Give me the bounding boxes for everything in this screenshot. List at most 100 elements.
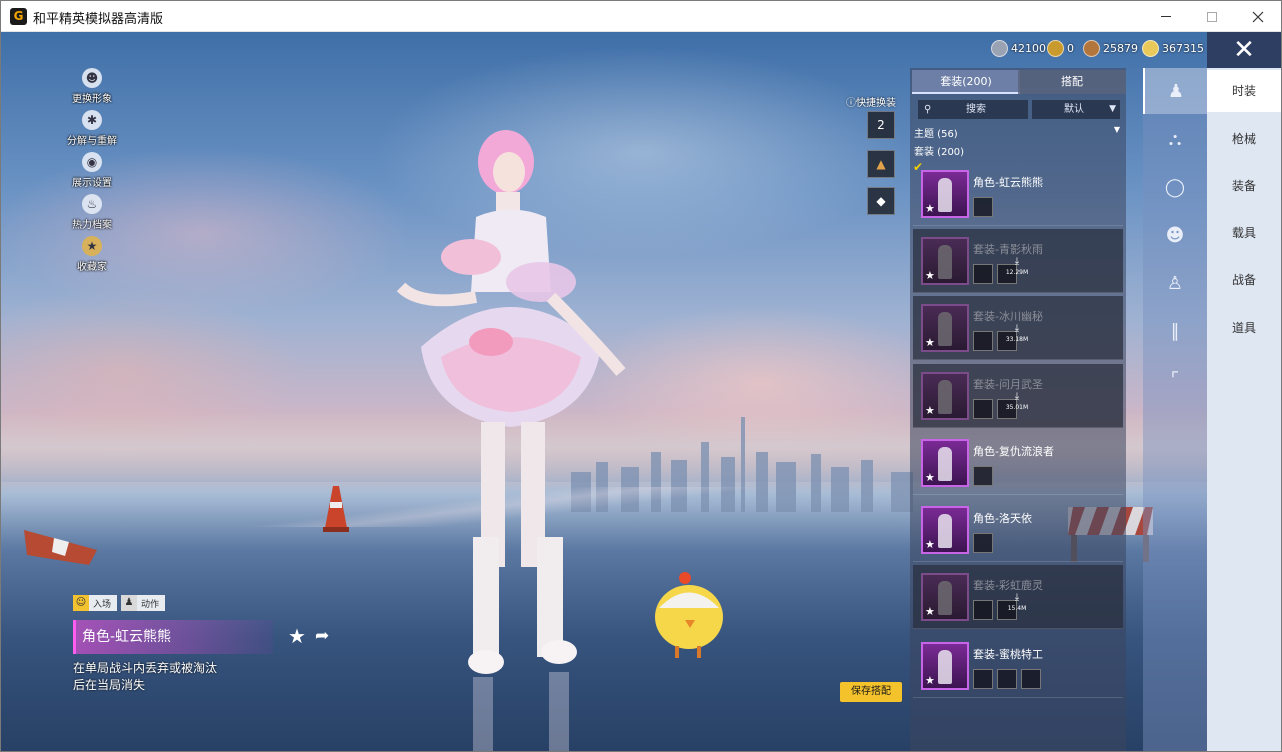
currency-value: 367315 — [1162, 42, 1204, 55]
item-divider — [913, 697, 1123, 698]
diamond-icon: ◆ — [876, 194, 886, 208]
outfit-list-item[interactable]: ★ 套装-冰川幽秘 ⤓ 33.18M — [913, 296, 1123, 360]
outfit-list-item[interactable]: ★ 角色-洛天依 — [913, 498, 1123, 562]
chevron-down-icon: ▼ — [1109, 104, 1116, 114]
outfit-name: 角色-洛天依 — [973, 512, 1032, 525]
category-panel: ♟ ⛬ ◯ ☻ ♙ ∥ ⌜ — [1143, 68, 1207, 751]
outfit-list-item[interactable]: ★ 套装-问月武圣 ⤓ 35.01M — [913, 364, 1123, 428]
game-viewport: ☻ 更换形象 ✱ 分解与重解 ◉ 展示设置 ♨ 热力档案 ★ 收藏家 42100… — [1, 32, 1281, 751]
close-icon[interactable]: ✕ — [1207, 32, 1281, 68]
outfit-part-thumbnail — [973, 466, 993, 486]
collector-button[interactable]: ★ 收藏家 — [59, 236, 125, 284]
item-divider — [913, 628, 1123, 629]
heat-archive-button[interactable]: ♨ 热力档案 — [59, 194, 125, 242]
selected-outfit-name: 角色-虹云熊熊 — [73, 620, 273, 654]
outfit-part-thumbnail — [973, 399, 993, 419]
star-icon: ★ — [925, 471, 935, 484]
maximize-button[interactable] — [1189, 1, 1235, 32]
side-item-label: 热力档案 — [72, 220, 112, 231]
quick-slot-1[interactable]: 2 — [867, 111, 895, 139]
side-item-label: 收藏家 — [77, 262, 107, 273]
favorite-star-icon[interactable]: ★ — [288, 624, 306, 648]
side-item-label: 分解与重解 — [67, 136, 117, 147]
maximize-icon — [1207, 11, 1217, 22]
outfit-thumbnail: ★ — [921, 237, 969, 285]
category-pants[interactable]: ∥ — [1143, 308, 1207, 354]
download-icon[interactable]: ⤓ 12.29M — [1005, 257, 1029, 278]
entry-tag[interactable]: ☺ 入场 — [73, 595, 118, 611]
change-appearance-button[interactable]: ☻ 更换形象 — [59, 68, 125, 116]
outfit-list-item[interactable]: ★ 套装-青影秋雨 ⤓ 12.29M — [913, 229, 1123, 293]
display-settings-button[interactable]: ◉ 展示设置 — [59, 152, 125, 200]
tab-outfits[interactable]: 套装(200) — [912, 70, 1020, 94]
nav-gear[interactable]: 战备 — [1207, 259, 1281, 301]
quick-slot-3[interactable]: ◆ — [867, 187, 895, 215]
star-icon: ★ — [925, 404, 935, 417]
yellow-coupon-icon — [1047, 40, 1064, 57]
category-hat[interactable]: ⛬ — [1143, 116, 1207, 162]
download-icon[interactable]: ⤓ 33.18M — [1005, 324, 1029, 345]
outfit-thumbnail: ★ — [921, 642, 969, 690]
hat-icon: ⛬ — [1168, 128, 1182, 150]
star-icon: ★ — [925, 202, 935, 215]
outfit-part-thumbnail — [973, 197, 993, 217]
quick-change-label[interactable]: ⓘ快捷换装 — [846, 94, 896, 109]
item-divider — [913, 427, 1123, 428]
download-size: 12.29M — [1005, 269, 1029, 276]
quick-slot-2[interactable]: ▲ — [867, 150, 895, 178]
minimize-button[interactable] — [1143, 1, 1189, 32]
sort-dropdown[interactable]: 默认 ▼ — [1032, 100, 1120, 119]
outfit-list-item[interactable]: ★ 角色-复仇流浪者 — [913, 431, 1123, 495]
pet-chick — [655, 572, 723, 658]
nav-fashion[interactable]: 时装 — [1207, 70, 1281, 112]
nav-equipment[interactable]: 装备 — [1207, 165, 1281, 207]
item-divider — [913, 225, 1123, 226]
badge-icon: ★ — [82, 236, 102, 256]
save-outfit-button[interactable]: 保存搭配 — [840, 682, 902, 702]
outfit-name: 套装-青影秋雨 — [973, 243, 1043, 256]
category-mask[interactable]: ☻ — [1143, 212, 1207, 258]
action-tag[interactable]: ♟ 动作 — [121, 595, 166, 611]
outfit-list-item[interactable]: ★ 套装-蜜桃特工 — [913, 634, 1123, 698]
nav-vehicles[interactable]: 载具 — [1207, 212, 1281, 254]
close-window-button[interactable] — [1235, 1, 1281, 32]
outfit-figure — [938, 650, 952, 684]
silver-coin-icon — [991, 40, 1008, 57]
outfit-count: 套装 (200) — [914, 147, 965, 158]
download-icon[interactable]: ⤓ 15.4M — [1005, 593, 1029, 614]
category-shoes[interactable]: ⌜ — [1143, 356, 1207, 402]
decompose-button[interactable]: ✱ 分解与重解 — [59, 110, 125, 158]
title-bar: G 和平精英模拟器高清版 — [1, 1, 1281, 32]
outfit-figure — [938, 312, 952, 346]
currency-value: 25879 — [1103, 42, 1138, 55]
close-icon — [1252, 11, 1264, 22]
download-icon[interactable]: ⤓ 35.01M — [1005, 392, 1029, 413]
avatar-icon: ☻ — [82, 68, 102, 88]
bronze-coin-icon — [1083, 40, 1100, 57]
outfit-figure — [938, 447, 952, 481]
right-nav: ✕ 时装 枪械 装备 载具 战备 道具 — [1207, 32, 1281, 751]
side-item-label: 展示设置 — [72, 178, 112, 189]
helmet-icon: ▲ — [876, 157, 886, 171]
left-side-menu: ☻ 更换形象 ✱ 分解与重解 ◉ 展示设置 ♨ 热力档案 ★ 收藏家 — [59, 68, 125, 278]
category-body[interactable]: ♙ — [1143, 260, 1207, 306]
outfit-part-thumbnail — [973, 533, 993, 553]
star-icon: ★ — [925, 269, 935, 282]
outfit-list-item[interactable]: ★ 套装-彩虹鹿灵 ⤓ 15.4M — [913, 565, 1123, 629]
nav-items[interactable]: 道具 — [1207, 307, 1281, 349]
category-goggles[interactable]: ◯ — [1143, 164, 1207, 210]
shoes-icon: ⌜ — [1170, 368, 1180, 390]
search-input[interactable]: ⚲ 搜索 — [918, 100, 1028, 119]
outfit-name: 角色-虹云熊熊 — [973, 176, 1043, 189]
outfit-figure — [938, 178, 952, 212]
tab-combos[interactable]: 搭配 — [1018, 70, 1126, 94]
currency-silver: 42100 — [991, 40, 1046, 57]
currency-value: 0 — [1067, 42, 1074, 55]
outfit-part-thumbnail — [973, 331, 993, 351]
outfit-list-item[interactable]: ✔ ★ 角色-虹云熊熊 — [913, 161, 1123, 226]
share-icon[interactable]: ➦ — [315, 626, 329, 646]
theme-filter[interactable]: 主题 (56) ▼ — [914, 125, 1120, 140]
download-size: 35.01M — [1005, 404, 1029, 411]
category-full-outfit[interactable]: ♟ — [1143, 68, 1207, 114]
nav-weapons[interactable]: 枪械 — [1207, 118, 1281, 160]
